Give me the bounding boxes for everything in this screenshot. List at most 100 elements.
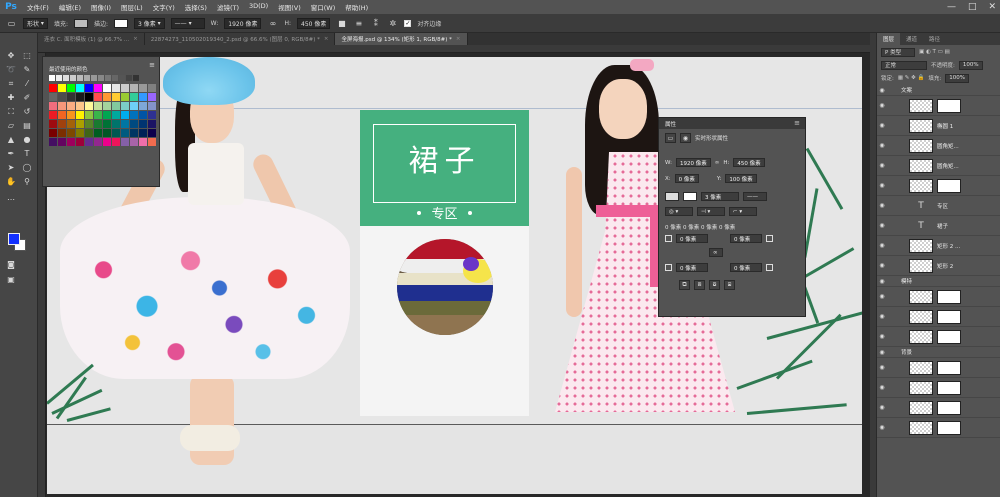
visibility-eye-icon[interactable]: ◉ xyxy=(877,222,887,229)
color-swatch[interactable] xyxy=(121,120,129,128)
blend-mode-select[interactable]: 正常 xyxy=(881,60,927,70)
color-swatch[interactable] xyxy=(49,129,57,137)
layer-row[interactable]: ◉ xyxy=(877,96,1000,116)
visibility-eye-icon[interactable]: ◉ xyxy=(877,364,887,371)
color-swatch[interactable] xyxy=(94,93,102,101)
recent-swatch[interactable] xyxy=(70,75,76,81)
shape-props-icon[interactable]: ▭ xyxy=(665,133,676,143)
visibility-eye-icon[interactable]: ◉ xyxy=(877,384,887,391)
color-swatch[interactable] xyxy=(85,129,93,137)
document-tab[interactable]: 连衣 C. 面积模板 (1) @ 66.7% ... × xyxy=(38,33,145,45)
color-swatch[interactable] xyxy=(49,111,57,119)
prop-caps-select[interactable]: ⊣ ▾ xyxy=(697,207,725,216)
color-swatch[interactable] xyxy=(76,120,84,128)
visibility-eye-icon[interactable]: ◉ xyxy=(877,333,887,340)
recent-swatch[interactable] xyxy=(133,75,139,81)
prop-width-field[interactable]: 1920 像素 xyxy=(675,158,711,167)
color-swatch[interactable] xyxy=(130,111,138,119)
subtract-shapes-icon[interactable]: ⧈ xyxy=(694,280,705,290)
prop-x-field[interactable]: 0 像素 xyxy=(674,174,699,183)
visibility-eye-icon[interactable]: ◉ xyxy=(877,404,887,411)
height-field[interactable]: 450 像素 xyxy=(297,17,331,29)
stamp-tool-icon[interactable]: ⛶ xyxy=(4,105,18,118)
corner-tl-field[interactable]: 0 像素 xyxy=(676,234,708,243)
path-alignment-icon[interactable]: ≡ xyxy=(353,18,364,29)
color-swatch[interactable] xyxy=(130,102,138,110)
layer-group-row[interactable]: ◉ 文案 xyxy=(877,85,1000,96)
layers-tab[interactable]: 图层 xyxy=(877,33,901,45)
tab-close-icon[interactable]: × xyxy=(133,36,138,42)
menu-item[interactable]: 滤镜(T) xyxy=(212,2,244,12)
layer-group-row[interactable]: ◉ 背景 xyxy=(877,347,1000,358)
color-swatch[interactable] xyxy=(139,93,147,101)
layer-row[interactable]: ◉ xyxy=(877,176,1000,196)
color-swatch[interactable] xyxy=(130,120,138,128)
menu-item[interactable]: 选择(S) xyxy=(180,2,212,12)
gradient-tool-icon[interactable]: ▤ xyxy=(20,119,34,132)
color-swatch[interactable] xyxy=(112,111,120,119)
visibility-eye-icon[interactable]: ◉ xyxy=(877,182,887,189)
corner-tr-icon[interactable] xyxy=(766,235,773,242)
color-swatch[interactable] xyxy=(94,111,102,119)
hand-tool-icon[interactable]: ✋ xyxy=(4,175,18,188)
path-select-tool-icon[interactable]: ➤ xyxy=(4,161,18,174)
filter-icons[interactable]: ▣ ◐ T ▭ ▤ xyxy=(919,49,950,55)
color-swatch[interactable] xyxy=(103,129,111,137)
history-brush-icon[interactable]: ↺ xyxy=(20,105,34,118)
visibility-eye-icon[interactable]: ◉ xyxy=(877,242,887,249)
blur-tool-icon[interactable]: ▲ xyxy=(4,133,18,146)
layer-filter-select[interactable]: P 类型 xyxy=(881,47,915,57)
layer-row[interactable]: ◉ xyxy=(877,418,1000,438)
brush-tool-icon[interactable]: ✐ xyxy=(20,91,34,104)
more-tools-icon[interactable]: ⋯ xyxy=(4,193,18,206)
path-operations-icon[interactable]: ■ xyxy=(336,18,347,29)
visibility-eye-icon[interactable]: ◉ xyxy=(877,313,887,320)
close-button[interactable]: ✕ xyxy=(988,2,996,12)
color-swatch[interactable] xyxy=(67,129,75,137)
stroke-swatch[interactable] xyxy=(114,18,128,28)
color-swatch[interactable] xyxy=(94,120,102,128)
prop-corners-select[interactable]: ⌐ ▾ xyxy=(729,207,757,216)
color-swatch[interactable] xyxy=(67,84,75,92)
layer-row[interactable]: ◉ xyxy=(877,398,1000,418)
visibility-eye-icon[interactable]: ◉ xyxy=(877,262,887,269)
corner-tl-icon[interactable] xyxy=(665,235,672,242)
color-swatch[interactable] xyxy=(94,129,102,137)
corner-bl-field[interactable]: 0 像素 xyxy=(676,263,708,272)
menu-item[interactable]: 文件(F) xyxy=(22,2,54,12)
color-swatch[interactable] xyxy=(85,120,93,128)
color-swatch[interactable] xyxy=(148,84,156,92)
color-swatch[interactable] xyxy=(130,129,138,137)
color-swatch[interactable] xyxy=(58,129,66,137)
color-swatch[interactable] xyxy=(58,138,66,146)
color-swatch[interactable] xyxy=(139,120,147,128)
layer-row[interactable]: ◉ 椭圆 1 xyxy=(877,116,1000,136)
color-swatch[interactable] xyxy=(76,102,84,110)
layer-row[interactable]: ◉ xyxy=(877,358,1000,378)
color-swatch[interactable] xyxy=(76,129,84,137)
corner-tr-field[interactable]: 0 像素 xyxy=(730,234,762,243)
tab-close-icon[interactable]: × xyxy=(324,36,329,42)
color-swatch[interactable] xyxy=(121,129,129,137)
layer-row[interactable]: ◉ 矩形 2 ... xyxy=(877,236,1000,256)
recent-swatch[interactable] xyxy=(84,75,90,81)
visibility-eye-icon[interactable]: ◉ xyxy=(877,122,887,129)
prop-y-field[interactable]: 100 像素 xyxy=(725,174,757,183)
shape-tool-icon[interactable]: ▭ xyxy=(6,18,17,29)
color-swatch[interactable] xyxy=(94,138,102,146)
lasso-tool-icon[interactable]: ➰ xyxy=(4,63,18,76)
color-swatch[interactable] xyxy=(139,84,147,92)
color-swatch[interactable] xyxy=(148,111,156,119)
color-swatch[interactable] xyxy=(58,120,66,128)
color-swatch[interactable] xyxy=(58,111,66,119)
color-swatch[interactable] xyxy=(148,120,156,128)
type-tool-icon[interactable]: T xyxy=(20,147,34,160)
combine-shapes-icon[interactable]: ⧉ xyxy=(679,280,690,290)
dodge-tool-icon[interactable]: ● xyxy=(20,133,34,146)
color-swatch[interactable] xyxy=(139,102,147,110)
color-swatch[interactable] xyxy=(112,84,120,92)
color-swatch[interactable] xyxy=(103,138,111,146)
color-swatch[interactable] xyxy=(130,84,138,92)
color-swatch[interactable] xyxy=(112,129,120,137)
pen-tool-icon[interactable]: ✒ xyxy=(4,147,18,160)
